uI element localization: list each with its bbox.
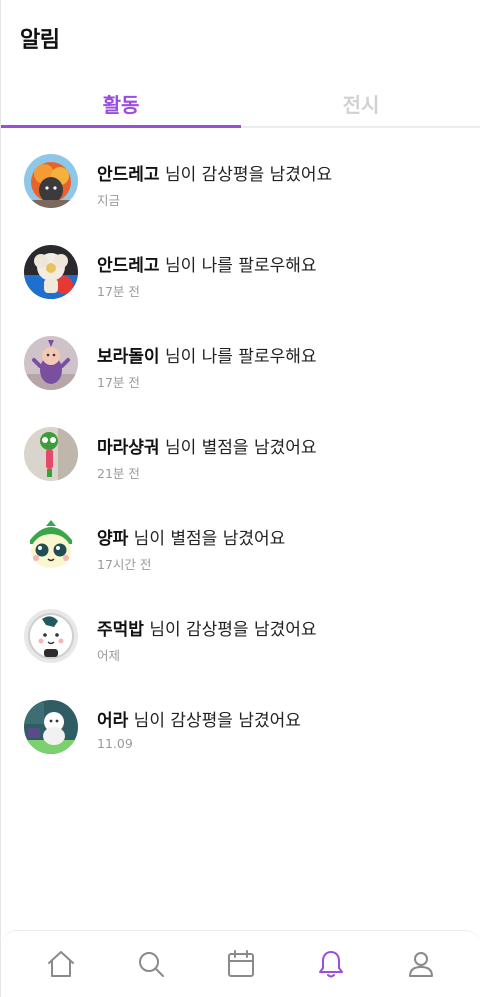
search-icon: [139, 952, 164, 977]
timestamp: 17시간 전: [97, 557, 152, 572]
message: 님이 나를 팔로우해요: [159, 347, 317, 367]
timestamp: 11.09: [97, 736, 133, 751]
user-icon: [409, 952, 433, 977]
timestamp: 17분 전: [97, 284, 140, 299]
avatar: [24, 245, 78, 299]
notification-item[interactable]: 어라 님이 감상평을 남겼어요 11.09: [1, 674, 480, 765]
message: 님이 감상평을 남겼어요: [128, 711, 301, 731]
timestamp: 지금: [97, 193, 121, 208]
nickname[interactable]: 보라돌이: [97, 347, 160, 367]
nickname[interactable]: 마라샹궈: [97, 438, 160, 458]
notification-item[interactable]: 안드레고 님이 감상평을 남겼어요 지금: [1, 128, 480, 219]
timestamp: 21분 전: [97, 466, 140, 481]
notification-item[interactable]: 양파 님이 별점을 남겼어요 17시간 전: [1, 492, 480, 583]
header: 알림: [1, 0, 480, 78]
avatar: [24, 427, 78, 481]
timestamp: 어제: [97, 648, 121, 663]
nickname[interactable]: 양파: [97, 529, 128, 549]
nav-notifications[interactable]: [314, 947, 348, 981]
avatar: [24, 700, 78, 754]
calendar-icon: [228, 950, 254, 977]
nickname[interactable]: 어라: [97, 711, 128, 731]
nickname[interactable]: 주먹밥: [97, 620, 144, 640]
avatar: [24, 518, 78, 572]
timestamp: 17분 전: [97, 375, 140, 390]
notification-item[interactable]: 안드레고 님이 나를 팔로우해요 17분 전: [1, 219, 480, 310]
notification-item[interactable]: 보라돌이 님이 나를 팔로우해요 17분 전: [1, 310, 480, 401]
tab-bar: 활동 전시: [1, 78, 480, 128]
message: 님이 별점을 남겼어요: [159, 438, 317, 458]
tab-activity[interactable]: 활동: [1, 78, 241, 128]
tab-exhibition[interactable]: 전시: [241, 78, 480, 128]
message: 님이 별점을 남겼어요: [128, 529, 286, 549]
app-frame: 알림 활동 전시 안드레고 님이 감상평을 남겼어요 지금 안드레고 님이 나를…: [0, 0, 480, 997]
page-title: 알림: [20, 28, 60, 53]
notification-item[interactable]: 마라샹궈 님이 별점을 남겼어요 21분 전: [1, 401, 480, 492]
nav-calendar[interactable]: [224, 947, 258, 981]
nav-profile[interactable]: [404, 947, 438, 981]
home-icon: [48, 951, 74, 977]
bottom-nav: [1, 930, 480, 997]
nickname[interactable]: 안드레고: [97, 256, 160, 276]
nickname[interactable]: 안드레고: [97, 165, 160, 185]
avatar: [24, 609, 78, 663]
message: 님이 나를 팔로우해요: [159, 256, 317, 276]
avatar: [24, 154, 78, 208]
bell-icon: [319, 951, 343, 978]
nav-home[interactable]: [44, 947, 78, 981]
message: 님이 감상평을 남겼어요: [143, 620, 317, 640]
nav-search[interactable]: [134, 947, 168, 981]
notification-item[interactable]: 주먹밥 님이 감상평을 남겼어요 어제: [1, 583, 480, 674]
avatar: [24, 336, 78, 390]
message: 님이 감상평을 남겼어요: [159, 165, 333, 185]
